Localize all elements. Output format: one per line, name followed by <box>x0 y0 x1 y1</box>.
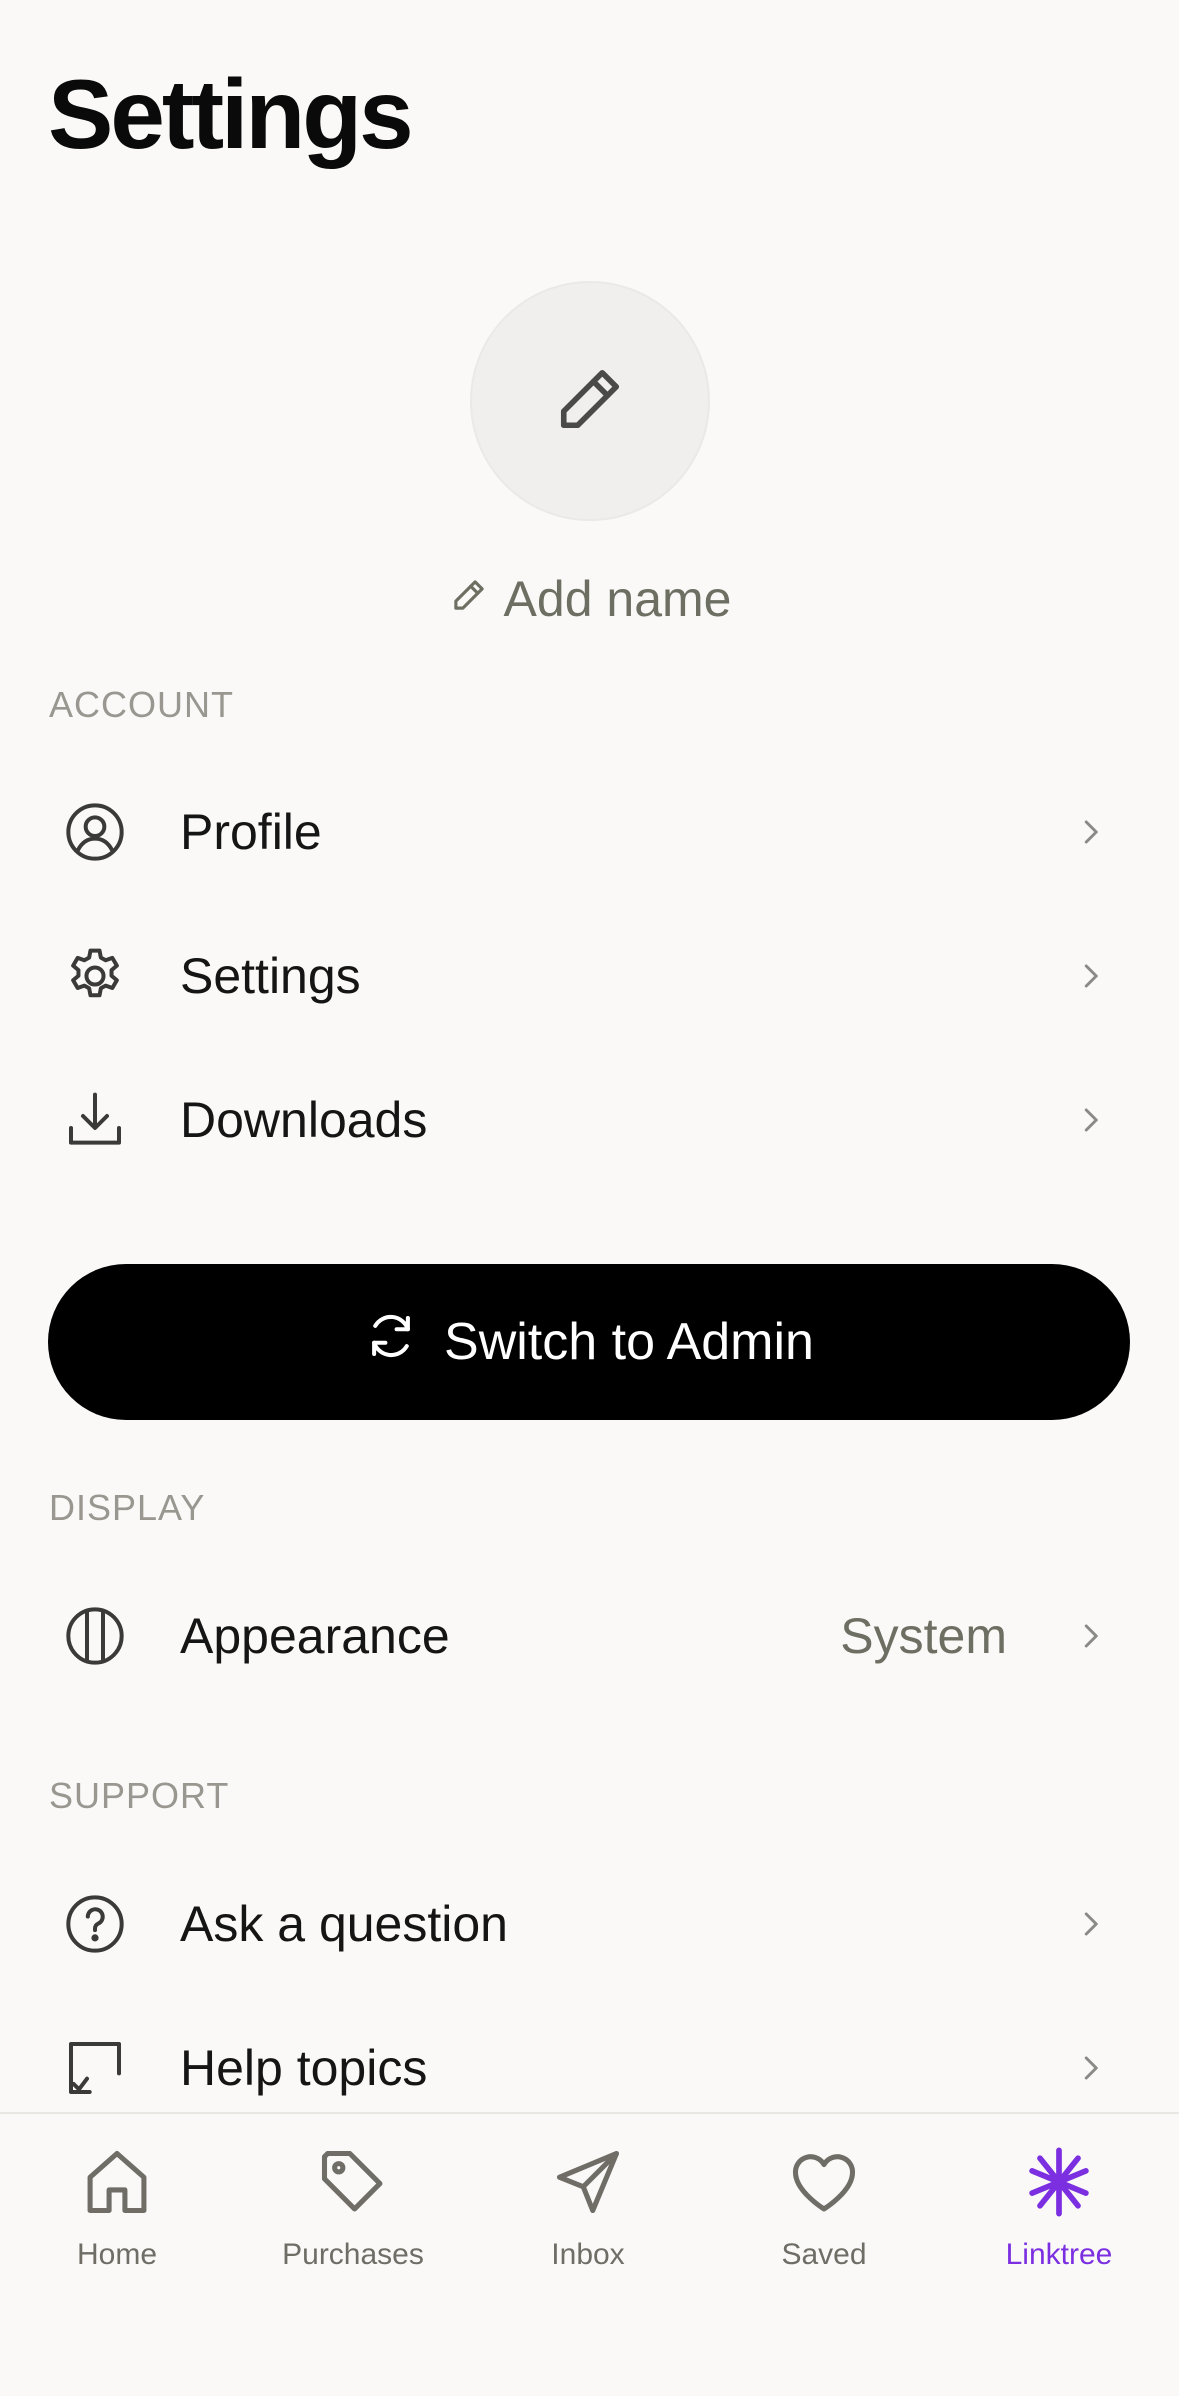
send-icon <box>548 2142 628 2222</box>
tag-icon <box>313 2142 393 2222</box>
add-name-button[interactable]: Add name <box>0 570 1179 628</box>
add-name-label: Add name <box>503 571 732 627</box>
heart-icon <box>784 2142 864 2222</box>
tab-linktree[interactable]: Linktree <box>959 2142 1159 2272</box>
display-item-label: Appearance <box>180 1608 450 1664</box>
tab-inbox[interactable]: Inbox <box>488 2142 688 2272</box>
tab-home[interactable]: Home <box>17 2142 217 2272</box>
linktree-icon <box>1019 2142 1099 2222</box>
support-item-label: Help topics <box>180 2040 428 2096</box>
gear-icon <box>62 943 128 1009</box>
tab-label: Saved <box>781 2238 867 2271</box>
account-item-label: Profile <box>180 804 322 860</box>
home-icon <box>77 2142 157 2222</box>
avatar-edit-button[interactable] <box>470 281 710 521</box>
tab-label: Linktree <box>1005 2238 1113 2271</box>
account-item-downloads[interactable]: Downloads <box>0 1055 1179 1185</box>
section-label-display: DISPLAY <box>49 1487 206 1528</box>
tab-label: Purchases <box>282 2238 424 2271</box>
support-item-label: Ask a question <box>180 1896 508 1952</box>
chevron-right-icon <box>1072 1906 1108 1942</box>
download-icon <box>62 1087 128 1153</box>
pencil-icon <box>448 570 490 628</box>
appearance-icon <box>62 1603 128 1669</box>
appearance-value: System <box>840 1608 1007 1664</box>
switch-to-admin-label: Switch to Admin <box>444 1313 814 1371</box>
section-label-support: SUPPORT <box>49 1775 230 1816</box>
refresh-icon <box>364 1309 418 1376</box>
section-label-account: ACCOUNT <box>49 684 234 725</box>
question-circle-icon <box>62 1891 128 1957</box>
chevron-right-icon <box>1072 2050 1108 2086</box>
pencil-icon <box>548 357 632 446</box>
account-item-settings[interactable]: Settings <box>0 911 1179 1041</box>
bottom-tab-bar: Home Purchases Inbox Saved Linktree <box>0 2112 1179 2396</box>
tab-label: Home <box>76 2238 158 2271</box>
tab-label: Inbox <box>551 2238 625 2271</box>
page-title: Settings <box>48 59 414 169</box>
user-circle-icon <box>62 799 128 865</box>
account-item-profile[interactable]: Profile <box>0 767 1179 897</box>
switch-to-admin-button[interactable]: Switch to Admin <box>48 1264 1130 1420</box>
chevron-right-icon <box>1072 958 1108 994</box>
chevron-right-icon <box>1072 1618 1108 1654</box>
tab-saved[interactable]: Saved <box>724 2142 924 2272</box>
account-item-label: Settings <box>180 948 361 1004</box>
help-topics-icon <box>62 2035 128 2101</box>
chevron-right-icon <box>1072 814 1108 850</box>
display-item-appearance[interactable]: Appearance System <box>0 1571 1179 1701</box>
chevron-right-icon <box>1072 1102 1108 1138</box>
support-item-ask-question[interactable]: Ask a question <box>0 1859 1179 1989</box>
account-item-label: Downloads <box>180 1092 428 1148</box>
tab-purchases[interactable]: Purchases <box>253 2142 453 2272</box>
